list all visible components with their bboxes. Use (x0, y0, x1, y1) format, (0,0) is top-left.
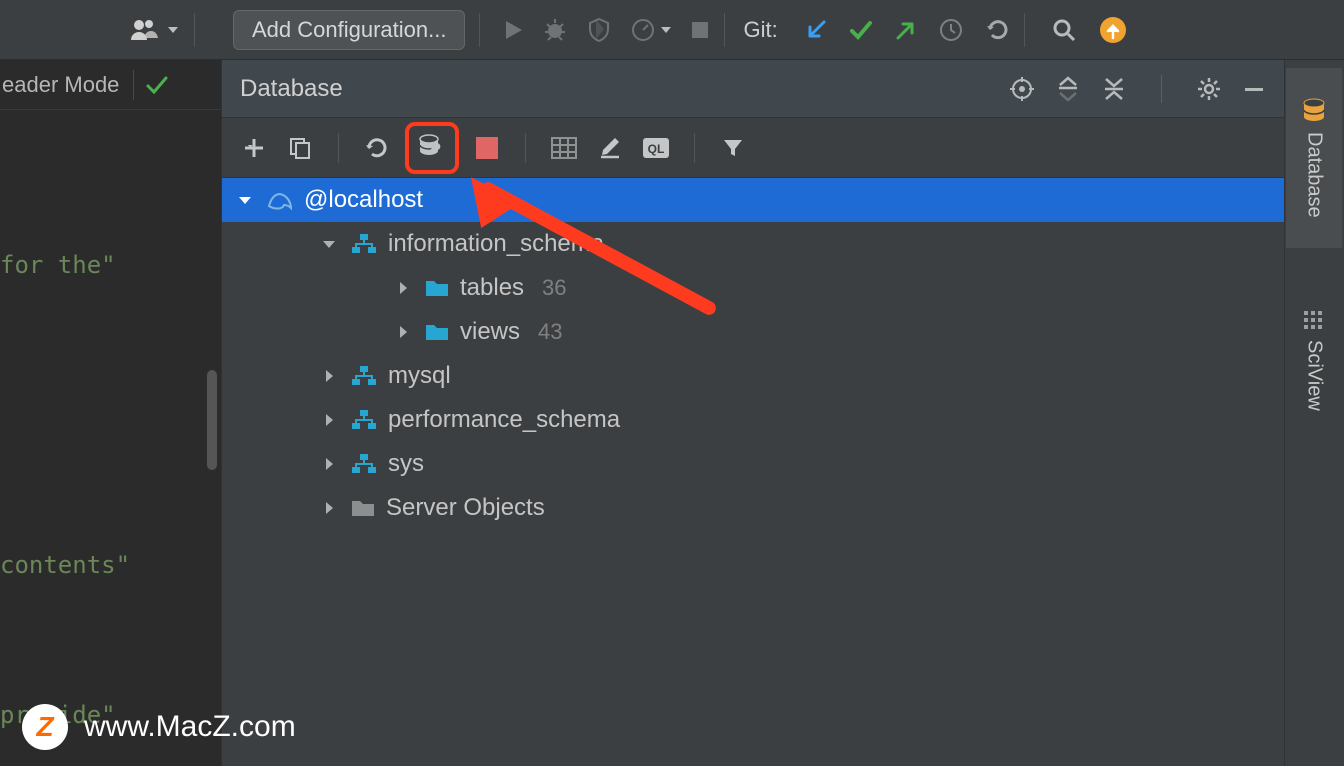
separator (724, 13, 725, 47)
database-toolbar: QL (222, 118, 1284, 178)
separator (1024, 13, 1025, 47)
expand-all-icon[interactable] (1055, 76, 1081, 102)
chevron-right-icon (318, 411, 340, 429)
git-revert-icon[interactable] (984, 17, 1010, 43)
table-view-icon[interactable] (546, 130, 582, 166)
database-side-icon (1302, 98, 1326, 124)
tree-schema-label: performance_schema (388, 406, 620, 434)
tree-folder-tables[interactable]: tables 36 (222, 266, 1284, 310)
tree-schema-label: mysql (388, 362, 451, 390)
folder-icon (424, 278, 450, 298)
side-tab-database[interactable]: Database (1286, 68, 1342, 248)
git-commit-icon[interactable] (848, 17, 874, 43)
code-text: contents" (0, 540, 130, 590)
separator (479, 13, 480, 47)
chevron-down-icon (318, 235, 340, 253)
watermark-text: www.MacZ.com (84, 710, 296, 744)
tree-server-objects[interactable]: Server Objects (222, 486, 1284, 530)
watermark-badge: Z (22, 704, 68, 750)
filter-icon[interactable] (715, 130, 751, 166)
stop-icon[interactable] (690, 20, 710, 40)
tree-root-localhost[interactable]: @localhost (222, 178, 1284, 222)
editor-panel: eader Mode for the" contents" provide" e… (0, 60, 222, 766)
coverage-icon[interactable] (586, 17, 612, 43)
tree-schema-label: information_schema (388, 230, 604, 258)
chevron-right-icon (318, 367, 340, 385)
git-push-icon[interactable] (894, 18, 918, 42)
code-area[interactable]: for the" contents" provide" e names. " (0, 110, 221, 766)
tree-schema-label: sys (388, 450, 424, 478)
tree-folder-label: tables (460, 274, 524, 302)
search-icon[interactable] (1051, 17, 1077, 43)
side-tab-sciview-label: SciView (1303, 340, 1326, 411)
code-text: for the" (0, 240, 116, 290)
side-tab-database-label: Database (1303, 132, 1326, 218)
tree-count: 36 (542, 275, 566, 301)
run-icon[interactable] (502, 19, 524, 41)
sciview-side-icon (1303, 310, 1325, 332)
folder-gray-icon (350, 498, 376, 518)
chevron-right-icon (392, 323, 414, 341)
add-configuration-button[interactable]: Add Configuration... (233, 10, 465, 50)
tree-folder-label: views (460, 318, 520, 346)
schema-icon (350, 233, 378, 255)
debug-icon[interactable] (542, 17, 568, 43)
tree-root-label: @localhost (304, 186, 423, 214)
tree-count: 43 (538, 319, 562, 345)
tree-server-objects-label: Server Objects (386, 494, 545, 522)
editor-header: eader Mode (0, 60, 221, 110)
add-configuration-label: Add Configuration... (252, 17, 446, 43)
stop-red-icon[interactable] (469, 130, 505, 166)
side-tab-sciview[interactable]: SciView (1286, 280, 1342, 440)
main-toolbar: Add Configuration... Git: (0, 0, 1344, 60)
git-pull-icon[interactable] (804, 18, 828, 42)
watermark: Z www.MacZ.com (22, 704, 296, 750)
right-tool-tabs: Database SciView (1284, 60, 1344, 766)
check-icon[interactable] (144, 72, 170, 98)
schema-icon (350, 453, 378, 475)
target-icon[interactable] (1009, 76, 1035, 102)
collapse-all-icon[interactable] (1101, 76, 1127, 102)
schema-icon (350, 365, 378, 387)
schema-icon (350, 409, 378, 431)
git-history-icon[interactable] (938, 17, 964, 43)
profiler-dropdown-icon[interactable] (630, 17, 672, 43)
tree-schema-mysql[interactable]: mysql (222, 354, 1284, 398)
database-panel-title: Database (240, 75, 1009, 103)
add-datasource-icon[interactable] (236, 130, 272, 166)
chevron-down-icon (166, 23, 180, 37)
tree-schema-information-schema[interactable]: information_schema (222, 222, 1284, 266)
user-dropdown[interactable] (130, 18, 180, 42)
chevron-right-icon (318, 455, 340, 473)
chevron-down-icon (234, 191, 256, 209)
tree-schema-performance-schema[interactable]: performance_schema (222, 398, 1284, 442)
minimize-icon[interactable] (1242, 77, 1266, 101)
reader-mode-label: eader Mode (0, 72, 119, 98)
refresh-icon[interactable] (359, 130, 395, 166)
tree-schema-sys[interactable]: sys (222, 442, 1284, 486)
svg-text:QL: QL (648, 142, 665, 156)
database-panel: Database (222, 60, 1284, 766)
query-console-icon[interactable]: QL (638, 130, 674, 166)
database-panel-header: Database (222, 60, 1284, 118)
folder-icon (424, 322, 450, 342)
duplicate-icon[interactable] (282, 130, 318, 166)
gear-icon[interactable] (1196, 76, 1222, 102)
edit-icon[interactable] (592, 130, 628, 166)
tree-folder-views[interactable]: views 43 (222, 310, 1284, 354)
database-tree[interactable]: @localhost information_schema tables 36 (222, 178, 1284, 766)
sync-badge-icon[interactable] (1099, 16, 1127, 44)
separator (194, 13, 195, 47)
mysql-dolphin-icon (266, 188, 294, 212)
data-source-properties-button[interactable] (405, 122, 459, 174)
chevron-right-icon (392, 279, 414, 297)
scrollbar-thumb[interactable] (207, 370, 217, 470)
chevron-right-icon (318, 499, 340, 517)
git-label: Git: (743, 17, 777, 43)
